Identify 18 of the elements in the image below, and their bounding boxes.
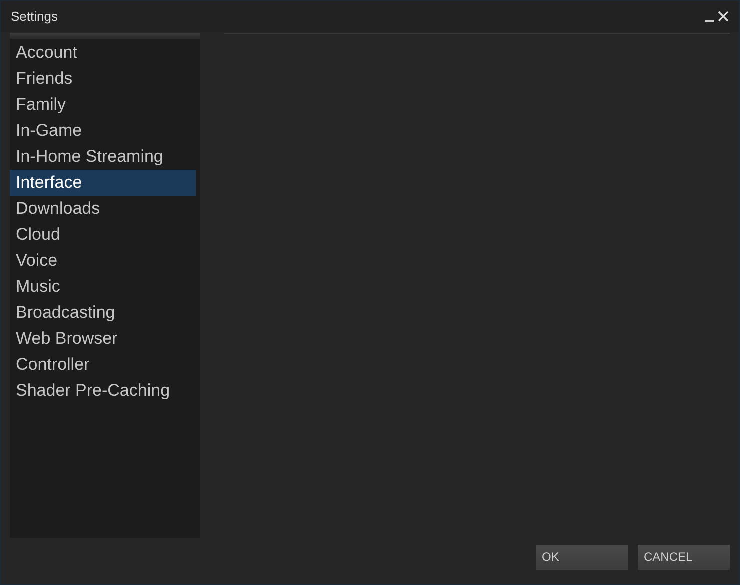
sidebar-item[interactable]: Friends xyxy=(10,66,196,92)
sidebar-item[interactable]: Web Browser xyxy=(10,326,196,352)
sidebar-item[interactable]: In-Home Streaming xyxy=(10,144,196,170)
ok-button[interactable]: OK xyxy=(536,544,628,570)
cancel-button[interactable]: CANCEL xyxy=(638,544,730,570)
sidebar-item[interactable]: Broadcasting xyxy=(10,300,196,326)
sidebar-item[interactable]: Controller xyxy=(10,352,196,378)
sidebar-item[interactable]: Interface xyxy=(10,170,196,196)
sidebar-item[interactable]: Shader Pre-Caching xyxy=(10,378,196,404)
sidebar-item[interactable]: Downloads xyxy=(10,196,196,222)
close-icon[interactable] xyxy=(718,11,729,22)
sidebar-item[interactable]: Cloud xyxy=(10,222,196,248)
window-title: Settings xyxy=(11,9,59,24)
sidebar-item[interactable]: Account xyxy=(10,40,196,66)
sidebar-item[interactable]: Family xyxy=(10,92,196,118)
sidebar-item[interactable]: Music xyxy=(10,274,196,300)
sidebar-item[interactable]: Voice xyxy=(10,248,196,274)
sidebar-item[interactable]: In-Game xyxy=(10,118,196,144)
